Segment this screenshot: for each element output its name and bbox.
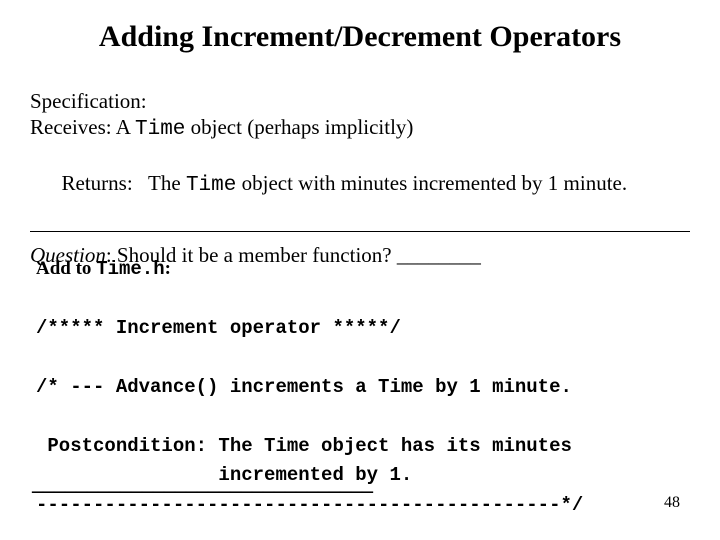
code-line-2: /* --- Advance() increments a Time by 1 … (36, 376, 572, 398)
addto-code: Time.h (96, 258, 164, 280)
receives-post: object (perhaps implicitly) (185, 115, 413, 139)
addto-post: : (165, 258, 171, 279)
returns-post: object with minutes incremented by 1 min… (236, 171, 627, 195)
divider (30, 231, 690, 232)
spec-receives: Receives: A Time object (perhaps implici… (30, 114, 690, 143)
spec-label: Specification: (30, 88, 690, 114)
page-number: 48 (664, 494, 680, 512)
body-text: Specification: Receives: A Time object (… (30, 88, 690, 269)
code-line-5: ----------------------------------------… (36, 494, 583, 516)
page-title: Adding Increment/Decrement Operators (0, 20, 720, 54)
returns-pre: Returns: The (62, 171, 186, 195)
receives-pre: Receives: A (30, 115, 135, 139)
code-line-3: Postcondition: The Time object has its m… (36, 435, 572, 457)
spec-returns: Returns: The Time object with minutes in… (30, 144, 690, 226)
receives-code: Time (135, 118, 185, 141)
code-line-1: /***** Increment operator *****/ (36, 317, 401, 339)
returns-code: Time (186, 174, 236, 197)
addto-pre: Add to (36, 258, 96, 279)
blank-line: _______________________________ (32, 470, 373, 496)
slide: Adding Increment/Decrement Operators Spe… (0, 0, 720, 540)
